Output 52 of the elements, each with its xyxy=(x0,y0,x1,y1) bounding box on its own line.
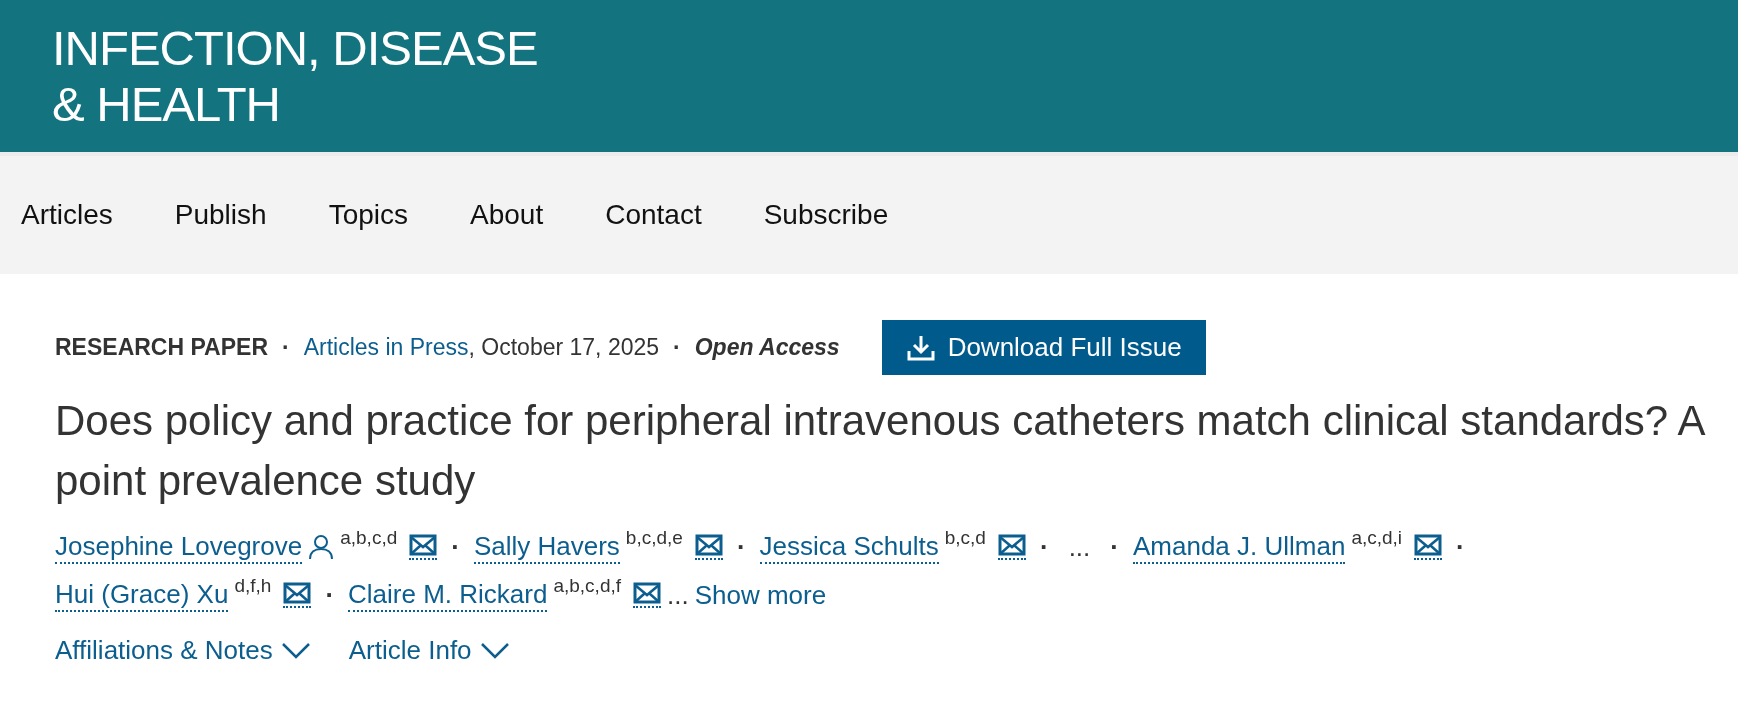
section-toggle[interactable]: Article Info xyxy=(348,635,510,666)
separator-dot: · xyxy=(451,531,460,563)
separator-dot: · xyxy=(673,334,681,361)
ellipsis: ... xyxy=(667,579,689,611)
nav-link[interactable]: Contact xyxy=(605,199,702,231)
affiliation-marks: a,b,c,d xyxy=(340,527,398,549)
chevron-icon xyxy=(280,641,311,660)
separator-dot: · xyxy=(736,531,746,563)
ellipsis: ... xyxy=(1068,531,1091,563)
author-link[interactable]: Josephine Lovegrove xyxy=(55,530,303,564)
affiliation-marks: a,b,c,d,f xyxy=(553,575,622,597)
email-link[interactable] xyxy=(694,534,723,560)
envelope-icon xyxy=(409,534,438,556)
nav-link[interactable]: Subscribe xyxy=(763,199,889,231)
article-title: Does policy and practice for peripheral intravenous catheters match clinical standards? A point prevalence study xyxy=(55,396,1705,506)
nav-link[interactable]: Articles xyxy=(21,199,113,231)
access-label: Open Access xyxy=(694,334,840,361)
author-link[interactable]: Amanda J. Ullman xyxy=(1132,530,1346,564)
author-link[interactable]: Jessica Schults xyxy=(759,530,939,564)
envelope-icon xyxy=(283,582,312,604)
author-link[interactable]: Sally Havers xyxy=(473,530,620,564)
chevron-icon xyxy=(479,641,510,660)
section-link[interactable]: Articles in Press xyxy=(303,334,469,361)
separator-dot: · xyxy=(282,334,290,361)
affiliation-marks: a,c,d,i xyxy=(1351,527,1403,549)
separator-dot: · xyxy=(325,579,335,611)
download-icon xyxy=(905,333,936,362)
envelope-icon xyxy=(997,534,1026,556)
section-toggle[interactable]: Affiliations & Notes xyxy=(55,635,311,666)
separator-dot: · xyxy=(1039,531,1049,563)
separator-dot: · xyxy=(1456,531,1465,563)
publication-date: , October 17, 2025 xyxy=(468,334,660,361)
email-link[interactable] xyxy=(1414,534,1443,560)
email-link[interactable] xyxy=(633,582,662,608)
email-link[interactable] xyxy=(997,534,1026,560)
envelope-icon xyxy=(633,582,662,604)
nav-link[interactable]: Publish xyxy=(174,199,267,231)
envelope-icon xyxy=(1414,534,1443,556)
affiliation-marks: b,c,d xyxy=(944,527,986,549)
affiliation-marks: d,f,h xyxy=(234,575,272,597)
author-link[interactable]: Claire M. Rickard xyxy=(348,578,548,612)
article-type: RESEARCH PAPER xyxy=(55,334,268,361)
affiliation-marks: b,c,d,e xyxy=(625,527,683,549)
email-link[interactable] xyxy=(283,582,312,608)
nav-link[interactable]: Topics xyxy=(328,199,408,231)
download-button[interactable]: Download Full Issue xyxy=(881,320,1206,375)
email-link[interactable] xyxy=(409,534,438,560)
show-more-link[interactable]: Show more xyxy=(694,579,827,611)
author-link[interactable]: Hui (Grace) Xu xyxy=(55,578,229,612)
envelope-icon xyxy=(694,534,723,556)
separator-dot: · xyxy=(1110,531,1119,563)
nav-link[interactable]: About xyxy=(470,199,544,231)
